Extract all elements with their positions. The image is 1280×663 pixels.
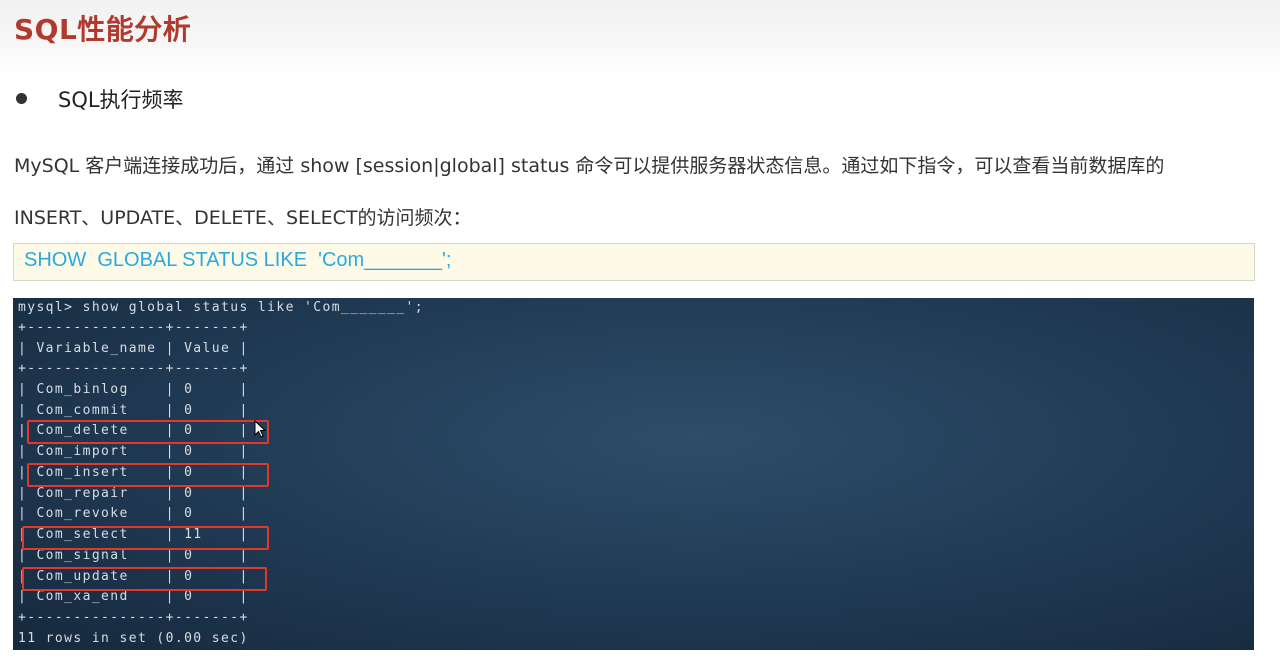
terminal-prompt: mysql> show global status like 'Com_____… [18,300,424,315]
table-row: | Com_commit | 0 | [18,403,249,418]
mouse-pointer-icon [254,420,266,438]
table-row: | Com_import | 0 | [18,444,249,459]
section-heading: SQL执行频率 [58,88,184,112]
table-border: +---------------+-------+ [18,320,249,335]
terminal-footer: 11 rows in set (0.00 sec) [18,631,249,646]
highlight-box-update [22,567,267,591]
table-header: | Variable_name | Value | [18,341,249,356]
title-bar: SQL性能分析 [0,0,1280,72]
highlight-box-delete [27,420,269,444]
page-title: SQL性能分析 [14,13,192,46]
table-row: | Com_repair | 0 | [18,486,249,501]
description-line-1: MySQL 客户端连接成功后，通过 show [session|global] … [14,155,1165,177]
sql-code: SHOW GLOBAL STATUS LIKE 'Com_______'; [24,249,452,271]
highlight-box-insert [27,463,269,487]
table-border: +---------------+-------+ [18,610,249,625]
highlight-box-select [22,526,269,550]
table-border: +---------------+-------+ [18,361,249,376]
bullet-icon [16,93,27,104]
table-row: | Com_revoke | 0 | [18,506,249,521]
sql-code-box: SHOW GLOBAL STATUS LIKE 'Com_______'; [13,243,1255,281]
description-line-2: INSERT、UPDATE、DELETE、SELECT的访问频次： [14,207,472,229]
table-row: | Com_binlog | 0 | [18,382,249,397]
